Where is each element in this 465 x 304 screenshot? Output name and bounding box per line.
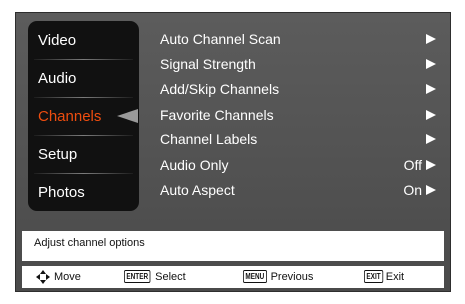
exit-hint[interactable]: EXIT Exit	[364, 270, 404, 283]
sidebar-item-video[interactable]: Video	[28, 21, 139, 59]
menu-window: Video Audio Channels Setup Photos Auto C…	[15, 12, 451, 292]
help-text: Adjust channel options	[22, 231, 444, 261]
arrow-right-icon	[426, 59, 436, 69]
arrow-right-icon	[426, 160, 436, 170]
exit-key-icon: EXIT	[364, 270, 384, 283]
option-value: On	[403, 182, 422, 198]
arrow-right-icon	[426, 84, 436, 94]
option-channel-labels[interactable]: Channel Labels	[160, 129, 436, 149]
sidebar-item-audio[interactable]: Audio	[28, 59, 139, 97]
select-label: Select	[155, 270, 186, 283]
sidebar-item-label: Channels	[38, 107, 102, 125]
option-auto-channel-scan[interactable]: Auto Channel Scan	[160, 29, 436, 49]
option-label: Signal Strength	[160, 56, 256, 72]
option-label: Auto Channel Scan	[160, 31, 281, 47]
move-hint[interactable]: Move	[36, 270, 81, 284]
sidebar-item-setup[interactable]: Setup	[28, 135, 139, 173]
sidebar-item-label: Video	[38, 31, 77, 49]
sidebar-item-label: Photos	[38, 183, 85, 201]
option-label: Favorite Channels	[160, 107, 274, 123]
arrow-right-icon	[426, 110, 436, 120]
option-label: Auto Aspect	[160, 182, 235, 198]
option-auto-aspect[interactable]: Auto Aspect On	[160, 180, 436, 200]
option-add-skip-channels[interactable]: Add/Skip Channels	[160, 79, 436, 99]
option-label: Add/Skip Channels	[160, 81, 280, 97]
sidebar-item-photos[interactable]: Photos	[28, 173, 139, 211]
move-label: Move	[54, 271, 81, 283]
previous-label: Previous	[270, 270, 314, 283]
option-label: Audio Only	[160, 157, 229, 173]
enter-key-icon: ENTER	[124, 270, 151, 283]
sidebar-item-label: Setup	[38, 145, 78, 163]
arrow-right-icon	[426, 134, 436, 144]
arrow-right-icon	[426, 185, 436, 195]
option-label: Channel Labels	[160, 131, 258, 147]
option-favorite-channels[interactable]: Favorite Channels	[160, 105, 436, 125]
directional-pad-icon	[36, 270, 50, 284]
option-signal-strength[interactable]: Signal Strength	[160, 54, 436, 74]
footer-bar: Move ENTER Select MENU Previous EXIT Exi…	[22, 266, 444, 288]
selection-pointer-icon	[117, 109, 138, 123]
option-audio-only[interactable]: Audio Only Off	[160, 155, 436, 175]
option-value: Off	[403, 157, 422, 173]
select-hint[interactable]: ENTER Select	[124, 270, 186, 283]
menu-key-icon: MENU	[243, 270, 267, 283]
exit-label: Exit	[385, 270, 405, 283]
previous-hint[interactable]: MENU Previous	[243, 270, 313, 283]
sidebar-item-label: Audio	[38, 69, 77, 87]
arrow-right-icon	[426, 34, 436, 44]
